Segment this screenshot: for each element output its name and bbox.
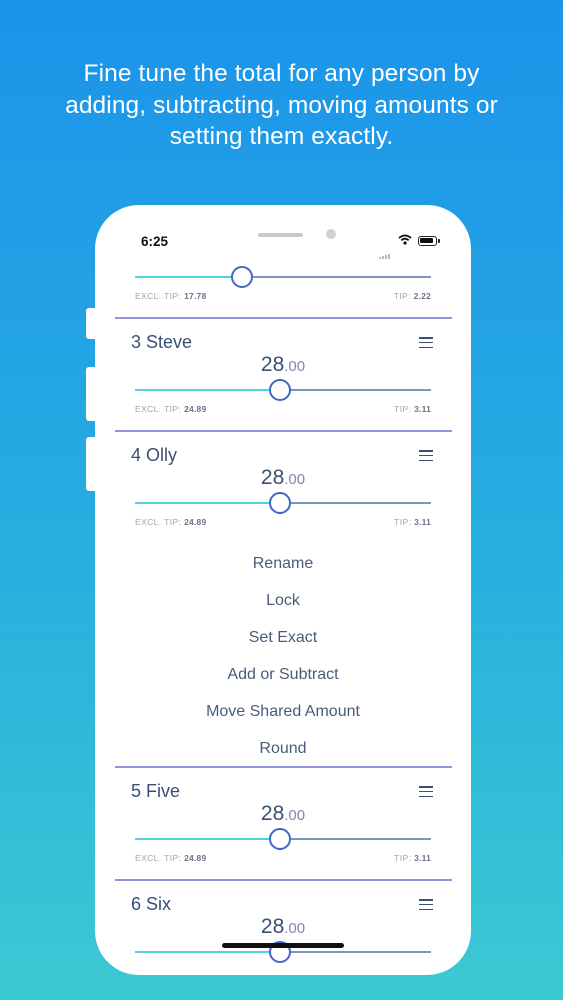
person-total[interactable]: 28.00: [95, 915, 471, 939]
headline-line-3: setting them exactly.: [169, 123, 394, 150]
headline: Fine tune the total for any person by ad…: [0, 58, 563, 153]
slider-fill: [135, 389, 281, 391]
wifi-icon: [398, 234, 412, 245]
person-total[interactable]: 28.00: [95, 802, 471, 826]
set-exact-action[interactable]: Set Exact: [95, 629, 471, 647]
hamburger-menu-icon[interactable]: [419, 450, 433, 462]
person-name[interactable]: 6 Six: [131, 894, 171, 915]
tip: TIP: 3.11: [394, 853, 431, 863]
person-name[interactable]: 4 Olly: [131, 445, 177, 466]
excl-tip: EXCL. TIP: 24.89: [135, 853, 207, 863]
slider-knob[interactable]: [269, 492, 292, 514]
row-divider: [115, 317, 452, 319]
move-shared-amount-action[interactable]: Move Shared Amount: [95, 703, 471, 721]
status-time: 6:25: [141, 234, 169, 249]
person-name[interactable]: 5 Five: [131, 781, 180, 802]
excl-tip: EXCL. TIP: 24.89: [135, 517, 207, 527]
rename-action[interactable]: Rename: [95, 555, 471, 573]
row-divider: [115, 879, 452, 881]
amount-slider[interactable]: [135, 492, 431, 514]
hamburger-menu-icon[interactable]: [419, 337, 433, 349]
slider-knob[interactable]: [230, 266, 253, 288]
speaker-grille: [258, 233, 303, 237]
cellular-signal-icon: [379, 241, 391, 259]
amount-slider[interactable]: [135, 266, 431, 288]
row-divider: [115, 430, 452, 432]
slider-fill: [135, 502, 281, 504]
slider-fill: [135, 838, 281, 840]
slider-knob[interactable]: [269, 828, 292, 850]
headline-line-1: Fine tune the total for any person by: [83, 60, 480, 87]
hamburger-menu-icon[interactable]: [419, 786, 433, 798]
slider-fill: [135, 276, 242, 278]
hamburger-menu-icon[interactable]: [419, 899, 433, 911]
slider-fill: [135, 951, 281, 953]
tip: TIP: 3.11: [394, 404, 431, 414]
headline-line-2: adding, subtracting, moving amounts or: [65, 91, 498, 119]
person-total[interactable]: 28.00: [95, 353, 471, 377]
slider-knob[interactable]: [269, 379, 292, 401]
person-name[interactable]: 3 Steve: [131, 332, 192, 353]
tip: TIP: 2.22: [393, 291, 431, 301]
amount-slider[interactable]: [135, 379, 431, 401]
status-bar: 6:25: [95, 205, 471, 265]
amount-slider[interactable]: [135, 828, 431, 850]
person-total[interactable]: 28.00: [95, 466, 471, 490]
add-or-subtract-action[interactable]: Add or Subtract: [95, 666, 471, 684]
phone-screen: 6:25 EXCL. TIP: 17.78 TIP: 2.22 3 Steve …: [95, 205, 471, 975]
tip: TIP: 3.11: [394, 517, 431, 527]
battery-icon: [418, 236, 440, 246]
home-indicator[interactable]: [222, 943, 344, 948]
row-divider: [115, 766, 452, 768]
lock-action[interactable]: Lock: [95, 592, 471, 610]
round-action[interactable]: Round: [95, 740, 471, 758]
front-camera: [326, 229, 336, 239]
excl-tip: EXCL. TIP: 17.78: [135, 291, 207, 301]
excl-tip: EXCL. TIP: 24.89: [135, 404, 207, 414]
